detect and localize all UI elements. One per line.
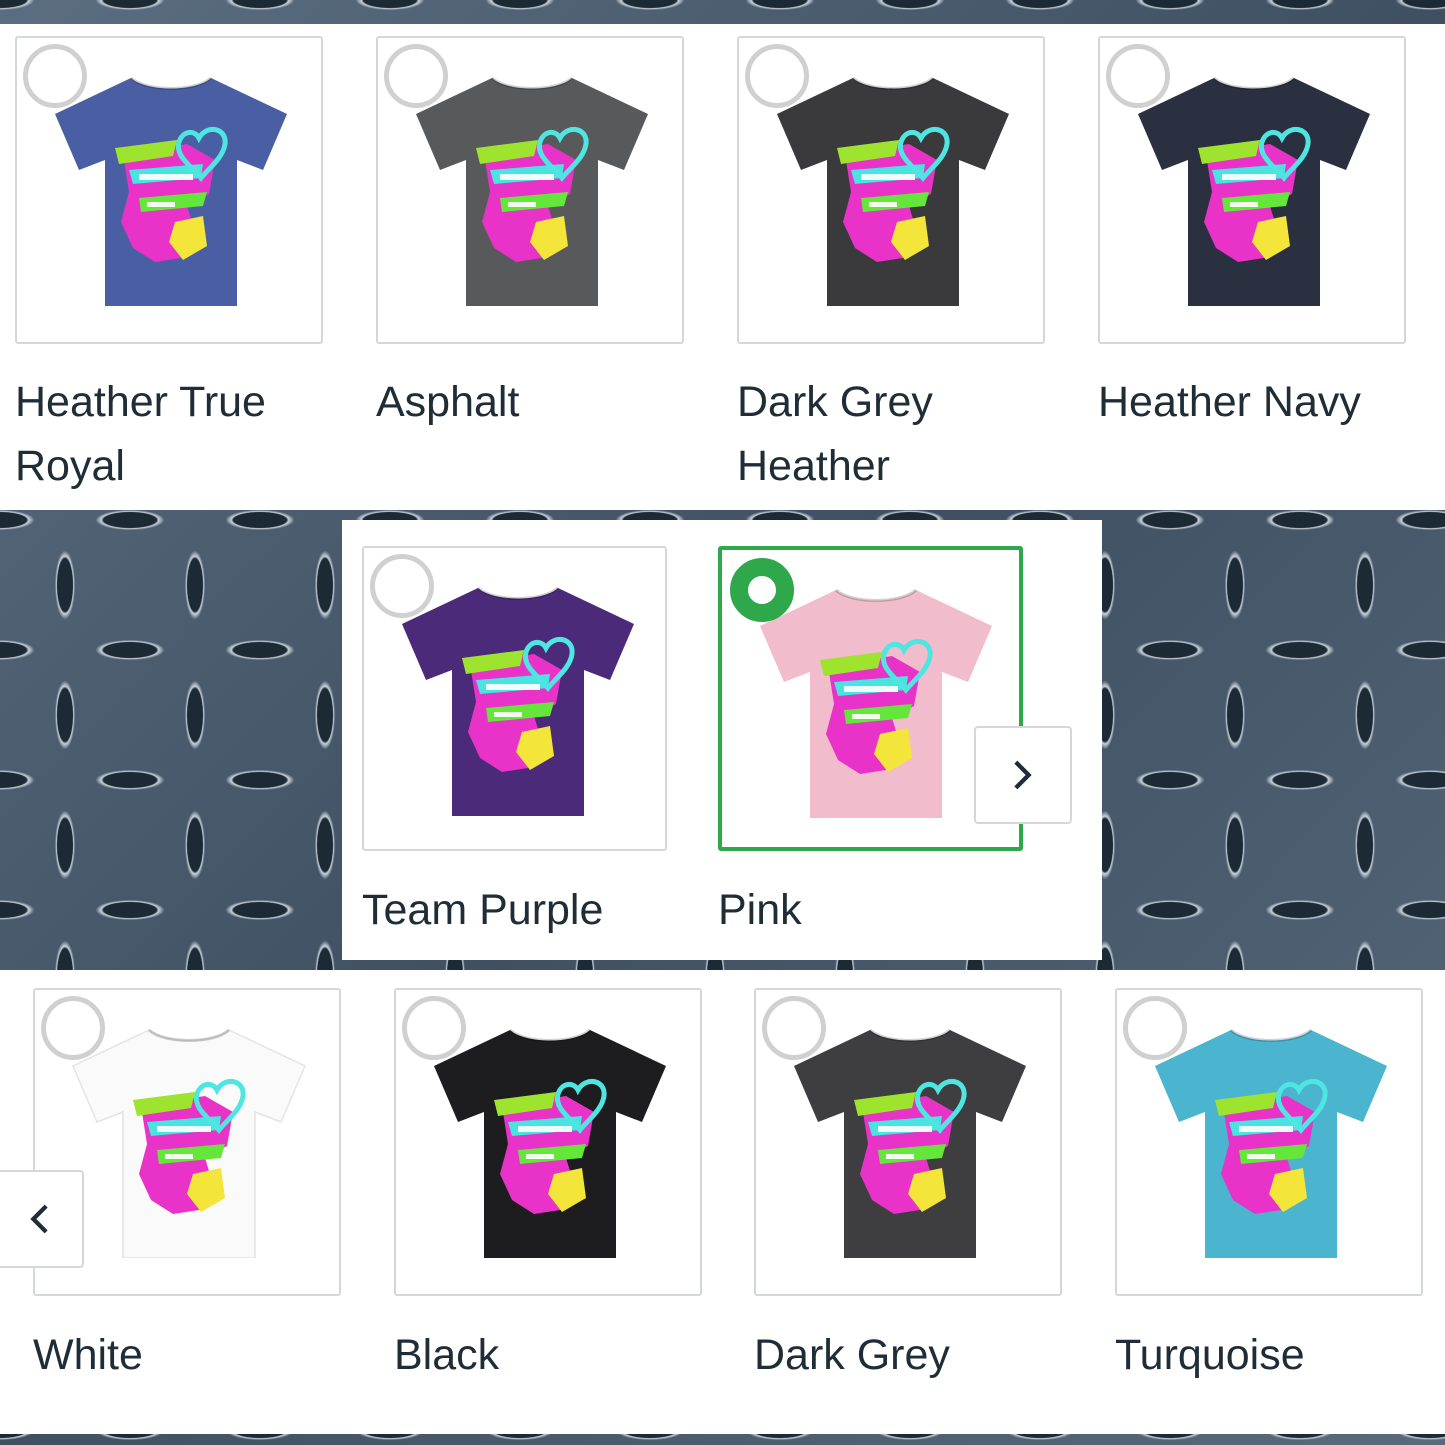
color-swatch-dark-grey-heather[interactable] [737, 36, 1045, 344]
color-label-pink: Pink [718, 886, 802, 934]
color-label-turquoise: Turquoise [1115, 1331, 1305, 1379]
next-button[interactable] [974, 726, 1072, 824]
color-label-heather-true-royal: Heather True Royal [15, 378, 266, 490]
color-swatch-team-purple[interactable] [362, 546, 667, 851]
color-swatch-asphalt[interactable] [376, 36, 684, 344]
tshirt-image [794, 1028, 1026, 1258]
radio-icon[interactable] [762, 996, 826, 1060]
tshirt-image [1155, 1028, 1387, 1258]
color-swatch-heather-true-royal[interactable] [15, 36, 323, 344]
tshirt-image [434, 1028, 666, 1258]
radio-icon[interactable] [384, 44, 448, 108]
tshirt-image [416, 76, 648, 306]
color-swatch-turquoise[interactable] [1115, 988, 1423, 1296]
chevron-left-icon [30, 1204, 48, 1234]
color-label-dark-grey-heather: Dark Grey Heather [737, 378, 933, 490]
radio-icon[interactable] [1106, 44, 1170, 108]
tshirt-image [777, 76, 1009, 306]
tshirt-image [760, 588, 992, 818]
tshirt-image [402, 586, 634, 816]
color-label-team-purple: Team Purple [362, 886, 604, 934]
radio-icon[interactable] [730, 558, 794, 622]
chevron-right-icon [1014, 760, 1032, 790]
prev-button[interactable] [0, 1170, 84, 1268]
tshirt-image [1138, 76, 1370, 306]
radio-icon[interactable] [745, 44, 809, 108]
radio-icon[interactable] [402, 996, 466, 1060]
radio-icon[interactable] [23, 44, 87, 108]
color-swatch-black[interactable] [394, 988, 702, 1296]
color-swatch-heather-navy[interactable] [1098, 36, 1406, 344]
radio-icon[interactable] [370, 554, 434, 618]
radio-icon[interactable] [1123, 996, 1187, 1060]
color-swatch-dark-grey[interactable] [754, 988, 1062, 1296]
color-label-asphalt: Asphalt [376, 378, 520, 426]
color-label-heather-navy: Heather Navy [1098, 378, 1361, 426]
color-label-black: Black [394, 1331, 500, 1379]
color-label-dark-grey: Dark Grey [754, 1331, 950, 1379]
color-label-white: White [33, 1331, 143, 1379]
radio-icon[interactable] [41, 996, 105, 1060]
tshirt-image [72, 1028, 306, 1258]
tshirt-image [55, 76, 287, 306]
